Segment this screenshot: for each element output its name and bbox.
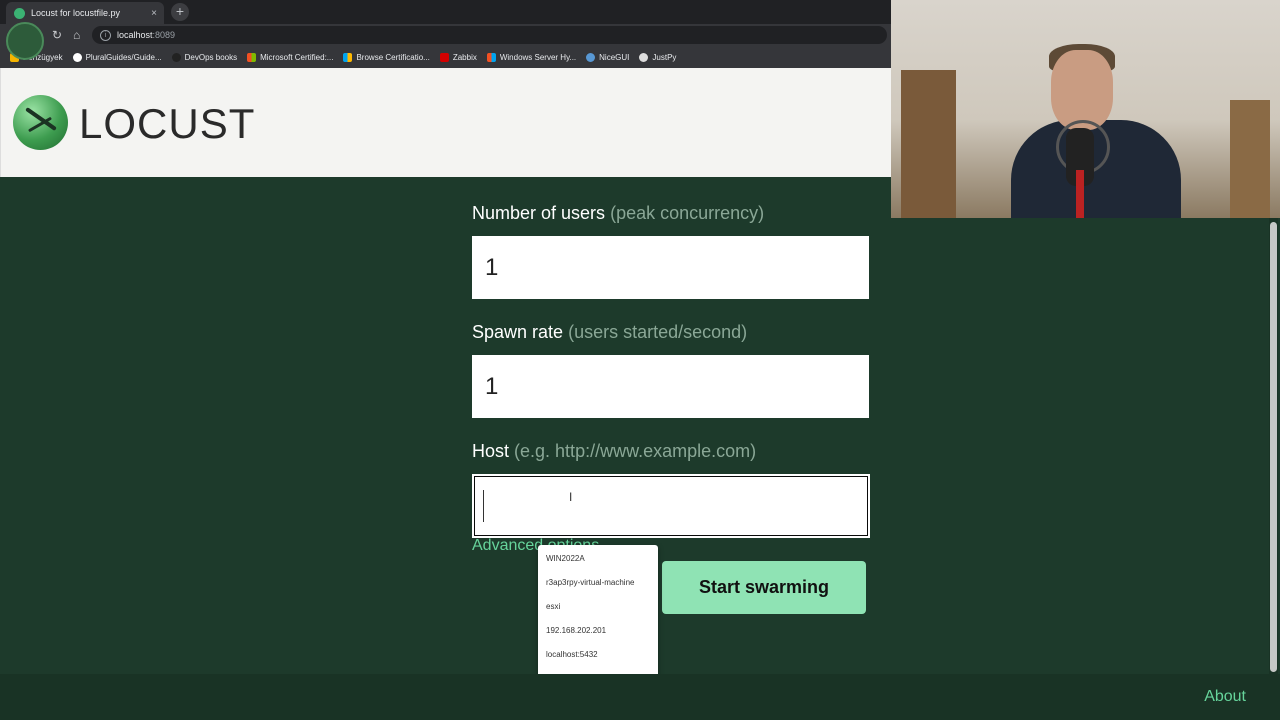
bookmark-zabbix[interactable]: Zabbix [439, 52, 477, 62]
users-input[interactable]: 1 [472, 236, 869, 299]
text-cursor-icon: I [569, 490, 573, 504]
webcam-overlay [891, 0, 1280, 218]
book-icon [171, 52, 181, 62]
autocomplete-item[interactable]: 192.168.202.201 [538, 619, 658, 643]
spawn-rate-hint: (users started/second) [568, 322, 748, 342]
address-bar[interactable]: i localhost :8089 [92, 26, 887, 44]
users-label: Number of users (peak concurrency) [472, 203, 765, 223]
page-scrollbar[interactable] [1269, 218, 1278, 674]
spawn-rate-input[interactable]: 1 [472, 355, 869, 418]
microsoft-icon [247, 52, 257, 62]
microsoft-icon [486, 52, 496, 62]
text-caret [483, 490, 484, 522]
brand-name: LOCUST [79, 100, 256, 147]
locust-header: LOCUST [0, 68, 892, 177]
bookmarks-bar: Pénzügyek PluralGuides/Guide... DevOps b… [0, 46, 891, 69]
users-hint: (peak concurrency) [610, 203, 765, 223]
bookmark-justpy[interactable]: JustPy [639, 52, 676, 62]
browser-tab[interactable]: Locust for locustfile.py × [6, 2, 164, 24]
bookmark-pluralguides[interactable]: PluralGuides/Guide... [72, 52, 162, 62]
host-label: Host (e.g. http://www.example.com) [472, 441, 757, 461]
home-icon[interactable]: ⌂ [73, 28, 80, 42]
tab-title: Locust for locustfile.py [31, 8, 121, 18]
justpy-icon [639, 52, 649, 62]
nicegui-icon [586, 52, 596, 62]
start-swarming-button[interactable]: Start swarming [662, 561, 866, 614]
scrollbar-thumb[interactable] [1270, 222, 1277, 672]
tab-close-icon[interactable]: × [151, 8, 157, 19]
new-tab-button[interactable]: + [171, 3, 189, 21]
spawn-rate-label: Spawn rate (users started/second) [472, 322, 748, 342]
bookmark-windows-server[interactable]: Windows Server Hy... [486, 52, 576, 62]
browser-tab-bar: Locust for locustfile.py × + [0, 0, 891, 24]
locust-favicon-icon [14, 7, 25, 19]
site-info-icon[interactable]: i [100, 29, 111, 41]
host-input[interactable] [472, 474, 870, 538]
autocomplete-item[interactable]: esxi [538, 595, 658, 619]
microsoft-icon [343, 52, 353, 62]
host-hint: (e.g. http://www.example.com) [514, 441, 757, 461]
overlay-avatar [6, 22, 44, 60]
page-footer: About [0, 674, 1280, 720]
url-host: localhost [117, 30, 153, 40]
host-autocomplete-dropdown: WIN2022A r3ap3rpy-virtual-machine esxi 1… [538, 545, 658, 693]
github-icon [72, 52, 82, 62]
url-port: :8089 [152, 30, 176, 40]
autocomplete-item[interactable]: localhost:5432 [538, 643, 658, 667]
zabbix-icon [439, 52, 449, 62]
autocomplete-item[interactable]: WIN2022A [538, 547, 658, 571]
bookmark-nicegui[interactable]: NiceGUI [586, 52, 629, 62]
locust-logo-icon [13, 95, 68, 150]
bookmark-browse-certifications[interactable]: Browse Certificatio... [343, 52, 430, 62]
bookmark-microsoft-certified[interactable]: Microsoft Certified:... [247, 52, 333, 62]
reload-icon[interactable]: ↻ [52, 28, 62, 42]
autocomplete-item[interactable]: r3ap3rpy-virtual-machine [538, 571, 658, 595]
about-link[interactable]: About [1204, 688, 1246, 706]
bookmark-devops-books[interactable]: DevOps books [171, 52, 237, 62]
